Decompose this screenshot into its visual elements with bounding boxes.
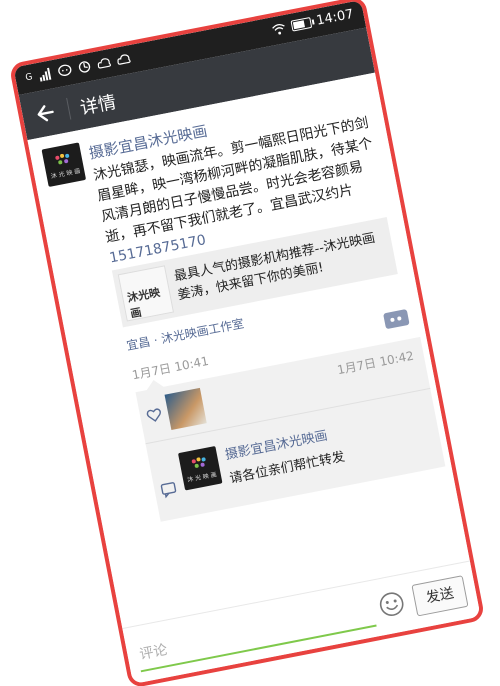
avatar-caption: 沐 光 映 画 bbox=[50, 167, 81, 181]
clock: 14:07 bbox=[315, 6, 355, 29]
cloud-icon bbox=[117, 54, 131, 65]
liker-avatar[interactable] bbox=[164, 387, 207, 431]
signal-icon bbox=[39, 67, 52, 82]
more-options-button[interactable] bbox=[383, 308, 410, 330]
heart-icon bbox=[146, 408, 161, 422]
author-avatar[interactable]: 沐 光 映 画 bbox=[41, 142, 87, 187]
cloud-icon bbox=[97, 58, 112, 69]
back-arrow-icon[interactable] bbox=[30, 98, 62, 129]
sync-icon bbox=[78, 61, 91, 73]
comment-icon bbox=[160, 482, 177, 499]
emoji-icon[interactable] bbox=[376, 589, 406, 619]
battery-icon bbox=[290, 17, 312, 32]
post-time: 1月7日 10:41 bbox=[130, 353, 210, 383]
post-detail: 沐 光 映 画 摄影宜昌沐光映画 沐光锦瑟，映画流年。剪一幅熙日阳光下的剑眉星眸… bbox=[27, 72, 470, 630]
battery-level bbox=[292, 20, 305, 30]
chat-bubble-icon bbox=[58, 64, 72, 76]
network-type: G bbox=[24, 72, 34, 84]
commenter-avatar[interactable]: 沐 光 映 画 bbox=[177, 445, 223, 491]
page-title: 详情 bbox=[78, 91, 118, 120]
share-thumbnail: 沐光映画 bbox=[117, 265, 175, 322]
phone-screen: G 14:07 详情 沐 光 映 画 摄影宜昌沐光映画 沐光锦瑟，映画流年。剪一… bbox=[8, 0, 486, 686]
title-divider bbox=[66, 97, 72, 120]
send-button[interactable]: 发送 bbox=[411, 575, 469, 617]
like-time: 1月7日 10:42 bbox=[336, 348, 415, 378]
wifi-icon bbox=[271, 23, 285, 35]
avatar-caption: 沐 光 映 画 bbox=[186, 471, 218, 484]
stage: G 14:07 详情 沐 光 映 画 摄影宜昌沐光映画 沐光锦瑟，映画流年。剪一… bbox=[0, 0, 500, 686]
share-thumb-logo: 沐光映画 bbox=[126, 285, 162, 321]
